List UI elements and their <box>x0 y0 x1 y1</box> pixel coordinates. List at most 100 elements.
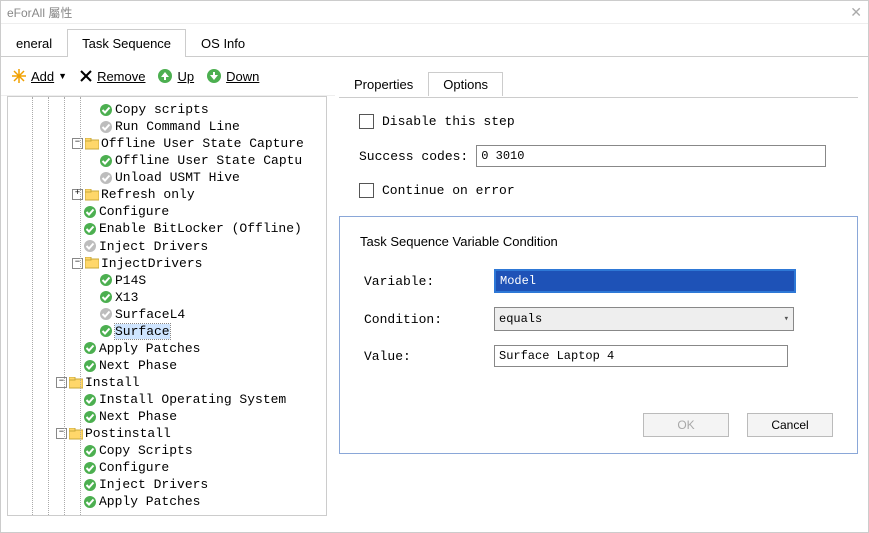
check-icon <box>83 393 97 407</box>
sparkle-icon <box>11 68 27 84</box>
tree-node[interactable]: Next Phase <box>24 357 326 374</box>
tree-node[interactable]: +Refresh only <box>24 186 326 203</box>
tree-node-label: InjectDrivers <box>101 256 202 271</box>
tree-node[interactable]: − Install <box>24 374 326 391</box>
tree-node[interactable]: Offline User State Captu <box>24 152 326 169</box>
folder-icon <box>85 257 99 269</box>
check-icon <box>83 444 97 458</box>
tree-node-label: X13 <box>115 290 138 305</box>
close-icon[interactable]: ✕ <box>850 4 862 21</box>
check-icon <box>83 410 97 424</box>
arrow-down-icon <box>206 68 222 84</box>
tree-node[interactable]: Inject Drivers <box>24 238 326 255</box>
cancel-button[interactable]: Cancel <box>747 413 833 437</box>
check-icon <box>83 222 97 236</box>
success-codes-input[interactable] <box>476 145 826 167</box>
check-icon <box>83 478 97 492</box>
check-icon <box>99 324 113 338</box>
tree-node[interactable]: Copy Scripts <box>24 442 326 459</box>
tree-node-label: Inject Drivers <box>99 239 208 254</box>
expand-toggle[interactable]: − <box>56 377 67 388</box>
condition-select[interactable]: equals ▾ <box>494 307 794 331</box>
arrow-up-icon <box>157 68 173 84</box>
check-icon <box>83 205 97 219</box>
tab-task-sequence[interactable]: Task Sequence <box>67 29 186 57</box>
tree-node[interactable]: Configure <box>24 459 326 476</box>
success-codes-label: Success codes: <box>359 149 468 164</box>
tab-properties[interactable]: Properties <box>339 72 428 96</box>
expand-toggle[interactable]: − <box>72 138 83 149</box>
check-icon <box>99 290 113 304</box>
tree-node[interactable]: Surface <box>24 323 326 340</box>
tree-node-label: Install Operating System <box>99 392 286 407</box>
tree-node[interactable]: SurfaceL4 <box>24 306 326 323</box>
tree-node[interactable]: Inject Drivers <box>24 476 326 493</box>
condition-group: Task Sequence Variable Condition Variabl… <box>339 216 858 454</box>
disable-step-row: Disable this step <box>339 114 858 129</box>
tree-node-label: Install <box>85 375 140 390</box>
variable-label: Variable: <box>364 274 494 289</box>
continue-on-error-label: Continue on error <box>382 183 515 198</box>
chevron-down-icon: ▾ <box>784 314 789 324</box>
tree-node[interactable]: − Postinstall <box>24 425 326 442</box>
tree-node-label: Configure <box>99 460 169 475</box>
check-icon <box>83 341 97 355</box>
tree-node[interactable]: − InjectDrivers <box>24 255 326 272</box>
tree-node-label: Inject Drivers <box>99 477 208 492</box>
tree-node[interactable]: −Offline User State Capture <box>24 135 326 152</box>
expand-toggle[interactable]: − <box>72 258 83 269</box>
folder-icon <box>85 189 99 201</box>
disable-step-label: Disable this step <box>382 114 515 129</box>
tree-node-label: Copy Scripts <box>99 443 193 458</box>
check-disabled-icon <box>99 171 113 185</box>
window-title: eForAll 屬性 <box>7 4 850 21</box>
expand-toggle[interactable]: − <box>56 428 67 439</box>
tree-node[interactable]: Copy scripts <box>24 101 326 118</box>
ok-button[interactable]: OK <box>643 413 729 437</box>
tab-options[interactable]: Options <box>428 72 503 96</box>
expand-toggle[interactable]: + <box>72 189 83 200</box>
toolbar: Add ▼ Remove Up Down <box>1 57 335 96</box>
tree-node[interactable]: Apply Patches <box>24 340 326 357</box>
check-icon <box>83 359 97 373</box>
check-icon <box>83 495 97 509</box>
tab-os-info[interactable]: OS Info <box>186 29 260 57</box>
tree-node-label: Postinstall <box>85 426 171 441</box>
tree-node-label: Apply Patches <box>99 495 200 510</box>
chevron-down-icon: ▼ <box>58 71 67 81</box>
task-tree[interactable]: Copy scriptsRun Command Line−Offline Use… <box>7 96 327 516</box>
group-title: Task Sequence Variable Condition <box>356 234 562 249</box>
tree-node[interactable]: Next Phase <box>24 408 326 425</box>
tree-node-label: Enable BitLocker (Offline) <box>99 222 302 237</box>
window: eForAll 屬性 ✕ eneral Task Sequence OS Inf… <box>0 0 869 533</box>
value-input[interactable] <box>494 345 788 367</box>
add-button[interactable]: Add ▼ <box>11 68 67 84</box>
tree-node-label: SurfaceL4 <box>115 307 185 322</box>
tree-node[interactable]: Apply Patches <box>24 493 326 510</box>
tree-node-label: Next Phase <box>99 358 177 373</box>
tree-node[interactable]: X13 <box>24 289 326 306</box>
tree-node-label: P14S <box>115 273 146 288</box>
up-button[interactable]: Up <box>157 68 194 84</box>
tab-general[interactable]: eneral <box>1 29 67 57</box>
tree-node[interactable]: Run Command Line <box>24 118 326 135</box>
check-disabled-icon <box>99 307 113 321</box>
remove-button[interactable]: Remove <box>79 69 145 84</box>
tree-node[interactable]: P14S <box>24 272 326 289</box>
tree-node-label: Copy scripts <box>115 102 209 117</box>
variable-input[interactable]: Model <box>494 269 796 293</box>
disable-step-checkbox[interactable] <box>359 114 374 129</box>
tree-node-label: Offline User State Captu <box>115 153 302 168</box>
down-button[interactable]: Down <box>206 68 259 84</box>
titlebar: eForAll 屬性 ✕ <box>1 1 868 24</box>
check-icon <box>99 103 113 117</box>
folder-icon <box>85 138 99 150</box>
tree-node[interactable]: Unload USMT Hive <box>24 169 326 186</box>
continue-on-error-checkbox[interactable] <box>359 183 374 198</box>
tree-node-label: Unload USMT Hive <box>115 170 240 185</box>
check-icon <box>99 154 113 168</box>
tree-node[interactable]: Configure <box>24 203 326 220</box>
tree-node[interactable]: Install Operating System <box>24 391 326 408</box>
value-label: Value: <box>364 349 494 364</box>
tree-node[interactable]: Enable BitLocker (Offline) <box>24 220 326 237</box>
